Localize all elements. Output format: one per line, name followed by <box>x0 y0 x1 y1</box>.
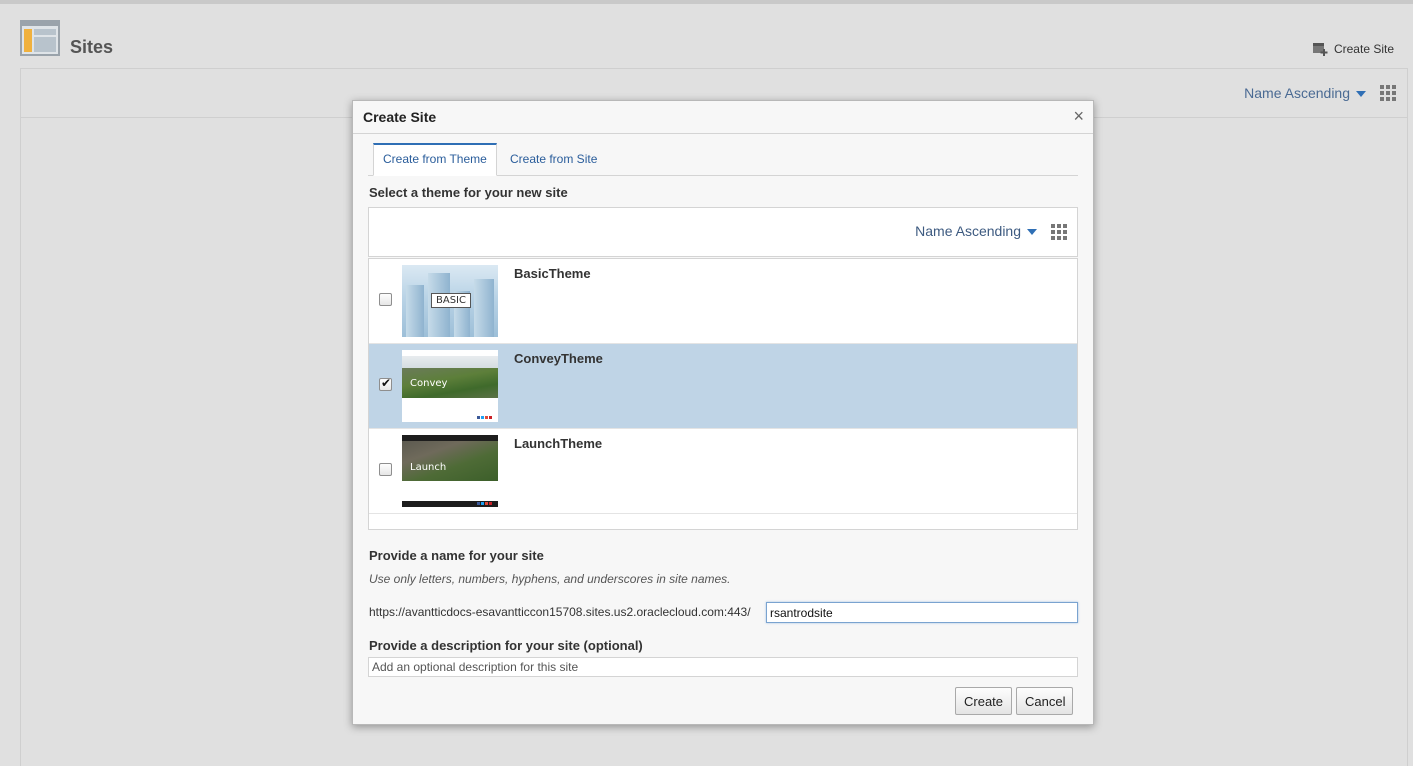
basic-theme-thumbnail: BASIC <box>402 265 498 337</box>
convey-thumb-label: Convey <box>410 378 448 389</box>
theme-grid-view-icon[interactable] <box>1051 224 1067 240</box>
basic-thumb-label: BASIC <box>431 293 471 308</box>
site-name-hint: Use only letters, numbers, hyphens, and … <box>369 572 731 586</box>
sort-label: Name Ascending <box>1244 85 1350 101</box>
theme-row-launch[interactable]: Launch LaunchTheme <box>369 429 1077 514</box>
theme-checkbox-basic[interactable] <box>379 293 392 306</box>
sites-icon <box>20 20 60 56</box>
theme-sort-dropdown[interactable]: Name Ascending <box>915 223 1037 239</box>
checkmark-icon: ✔ <box>381 376 392 390</box>
grid-view-icon[interactable] <box>1380 85 1396 101</box>
theme-list: BASIC BasicTheme ✔ Convey ConveyTheme La… <box>368 258 1078 530</box>
convey-theme-thumbnail: Convey <box>402 350 498 422</box>
site-name-label: Provide a name for your site <box>369 548 544 563</box>
sites-sort-dropdown[interactable]: Name Ascending <box>1244 85 1366 101</box>
select-theme-label: Select a theme for your new site <box>369 185 568 200</box>
dialog-tabs: Create from Theme Create from Site <box>368 143 1078 176</box>
theme-toolbar: Name Ascending <box>368 207 1078 257</box>
create-site-label: Create Site <box>1333 42 1394 56</box>
launch-theme-thumbnail: Launch <box>402 435 498 507</box>
theme-checkbox-convey[interactable]: ✔ <box>379 376 392 391</box>
theme-row-basic[interactable]: BASIC BasicTheme <box>369 259 1077 344</box>
close-icon[interactable]: × <box>1073 107 1084 125</box>
create-site-button[interactable]: Create Site <box>1312 42 1394 56</box>
dialog-title: Create Site <box>363 109 437 125</box>
create-site-icon <box>1312 43 1328 56</box>
site-name-input[interactable] <box>766 602 1078 623</box>
create-site-dialog: Create Site × Create from Theme Create f… <box>352 100 1094 725</box>
page-title: Sites <box>70 37 114 57</box>
caret-down-icon <box>1027 229 1037 235</box>
site-url-prefix: https://avantticdocs-esavantticcon15708.… <box>369 605 751 619</box>
caret-down-icon <box>1356 91 1366 97</box>
theme-row-convey[interactable]: ✔ Convey ConveyTheme <box>369 344 1077 429</box>
theme-name: BasicTheme <box>514 266 591 281</box>
theme-sort-label: Name Ascending <box>915 223 1021 239</box>
tab-create-from-site[interactable]: Create from Site <box>501 143 606 176</box>
dialog-header: Create Site × <box>353 101 1093 134</box>
theme-checkbox-launch[interactable] <box>379 463 392 476</box>
theme-name: LaunchTheme <box>514 436 603 451</box>
create-button[interactable]: Create <box>955 687 1012 715</box>
theme-name: ConveyTheme <box>514 351 603 366</box>
launch-thumb-label: Launch <box>410 462 447 473</box>
site-description-label: Provide a description for your site (opt… <box>369 638 643 653</box>
cancel-button[interactable]: Cancel <box>1016 687 1073 715</box>
tab-create-from-theme[interactable]: Create from Theme <box>373 143 497 176</box>
page-header: Sites Create Site <box>0 4 1413 68</box>
site-description-input[interactable] <box>368 657 1078 677</box>
